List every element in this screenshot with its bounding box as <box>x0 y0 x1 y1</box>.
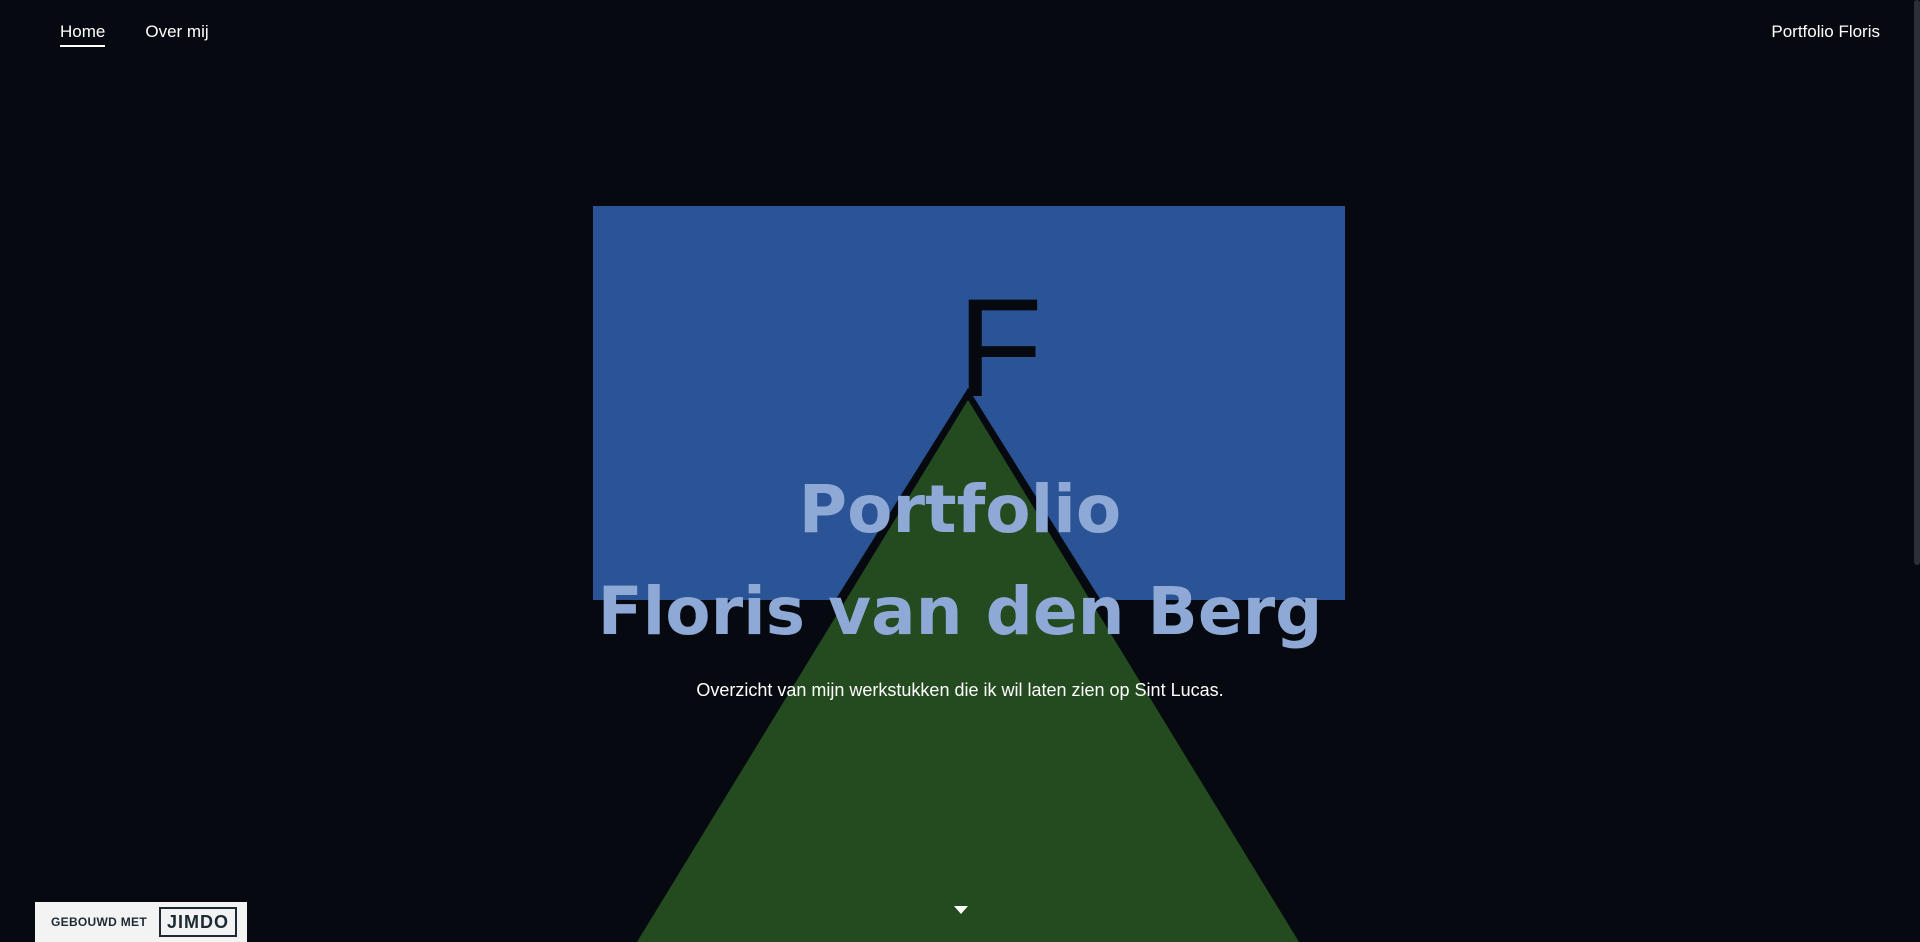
jimdo-logo: JIMDO <box>158 907 237 937</box>
hero-title-portfolio: Portfolio <box>798 471 1122 548</box>
hero-title-name: Floris van den Berg <box>597 573 1323 650</box>
page: Home Over mij Portfolio Floris F Portfol… <box>0 0 1920 942</box>
jimdo-badge[interactable]: GEBOUWD MET JIMDO <box>35 902 247 942</box>
badge-label: GEBOUWD MET <box>51 915 147 929</box>
caret-down-icon[interactable] <box>954 906 968 914</box>
hero-subtitle: Overzicht van mijn werkstukken die ik wi… <box>696 680 1224 700</box>
logo-letter: F <box>957 269 1043 426</box>
